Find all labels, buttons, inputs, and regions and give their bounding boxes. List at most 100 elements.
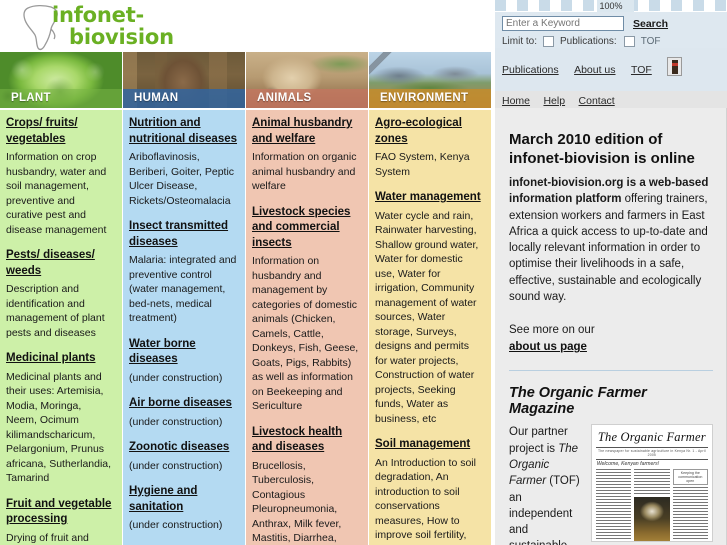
thumbnail-column-center bbox=[634, 469, 670, 542]
search-input[interactable] bbox=[502, 16, 624, 31]
banner-animals[interactable]: ANIMALS bbox=[246, 52, 368, 108]
section-body: Ariboflavinosis, Beriberi, Goiter, Pepti… bbox=[129, 151, 235, 207]
link-hygiene-and-sanitation[interactable]: Hygiene and sanitation bbox=[129, 485, 197, 513]
tof-checkbox[interactable] bbox=[623, 36, 635, 47]
news-body: infonet-biovision.org is a web-based inf… bbox=[509, 175, 713, 305]
news-headline: March 2010 edition of infonet-biovision … bbox=[509, 131, 695, 167]
section-body: Drying of fruit and vegetables, pulp, ja… bbox=[6, 531, 89, 544]
limit-to-label: Limit to: bbox=[502, 36, 538, 47]
section-heading: Fruit and vegetable processing bbox=[6, 497, 114, 528]
section-body: Medicinal plants and their uses: Artemis… bbox=[6, 370, 112, 485]
sidebar-divider bbox=[509, 370, 713, 372]
banner-label-plant: PLANT bbox=[0, 89, 122, 108]
link-crops-fruits-vegetables[interactable]: Crops/ fruits/ vegetables bbox=[6, 117, 78, 145]
banner-label-environment: ENVIRONMENT bbox=[369, 89, 491, 108]
primary-nav: Publications About us TOF bbox=[495, 48, 727, 91]
main-content-area: infonet- biovision PLANT HUMAN ANIMALS E… bbox=[0, 0, 495, 545]
link-livestock-health-and-diseases[interactable]: Livestock health and diseases bbox=[252, 426, 342, 454]
banner-environment[interactable]: ENVIRONMENT bbox=[369, 52, 491, 108]
column-plant: Crops/ fruits/ vegetables Information on… bbox=[0, 110, 122, 545]
nav-link-publications[interactable]: Publications bbox=[502, 64, 559, 76]
link-agro-ecological-zones[interactable]: Agro-ecological zones bbox=[375, 117, 462, 145]
zoom-level-bar[interactable]: 100% bbox=[495, 0, 727, 12]
section-heading: Crops/ fruits/ vegetables bbox=[6, 116, 114, 147]
section-body: Description and identification and manag… bbox=[6, 283, 105, 339]
link-water-borne-diseases[interactable]: Water borne diseases bbox=[129, 338, 196, 366]
link-medicinal-plants[interactable]: Medicinal plants bbox=[6, 352, 95, 364]
thumbnail-text-lines bbox=[634, 469, 670, 496]
section-body: Brucellosis, Tuberculosis, Contagious Pl… bbox=[252, 459, 342, 545]
search-row: Search bbox=[502, 16, 719, 31]
logo-line-1: infonet- bbox=[52, 3, 145, 27]
section-body: FAO System, Kenya System bbox=[375, 151, 470, 178]
thumbnail-box-heading: Keeping the communication open bbox=[678, 471, 703, 484]
link-pests-diseases-weeds[interactable]: Pests/ diseases/ weeds bbox=[6, 249, 95, 277]
link-water-management[interactable]: Water management bbox=[375, 191, 481, 203]
section-body: (under construction) bbox=[129, 371, 223, 384]
search-button[interactable]: Search bbox=[633, 18, 668, 30]
column-animals: Animal husbandry and welfare Information… bbox=[246, 110, 368, 545]
tof-label: TOF bbox=[640, 36, 661, 47]
thumbnail-subline: The newspaper for sustainable agricultur… bbox=[597, 449, 706, 458]
right-sidebar: 100% Search Limit to: Publications: TOF … bbox=[495, 0, 727, 545]
topic-columns: Crops/ fruits/ vegetables Information on… bbox=[0, 110, 495, 545]
section-body: Water cycle and rain, Rainwater harvesti… bbox=[375, 209, 479, 425]
section-heading: Water borne diseases bbox=[129, 337, 237, 368]
nav-link-tof[interactable]: TOF bbox=[631, 64, 652, 76]
see-more-text: See more on our bbox=[509, 324, 595, 337]
site-logo-text[interactable]: infonet- biovision bbox=[52, 4, 174, 48]
thumbnail-masthead: The Organic Farmer bbox=[597, 430, 706, 445]
section-heading: Pests/ diseases/ weeds bbox=[6, 248, 114, 279]
tof-magazine-title: The Organic Farmer Magazine bbox=[509, 385, 647, 418]
thumbnail-columns: Keeping the communication open bbox=[595, 469, 708, 542]
link-air-borne-diseases[interactable]: Air borne diseases bbox=[129, 397, 232, 409]
secondary-nav: Home Help Contact bbox=[495, 91, 727, 108]
page-root: infonet- biovision PLANT HUMAN ANIMALS E… bbox=[0, 0, 727, 545]
nav-link-about-us[interactable]: About us bbox=[574, 64, 615, 76]
link-livestock-species-and-commercial-insects[interactable]: Livestock species and commercial insects bbox=[252, 206, 350, 249]
thumbnail-column-left bbox=[595, 469, 632, 542]
newspaper-front-page-thumbnail[interactable]: The Organic Farmer The newspaper for sus… bbox=[590, 424, 713, 543]
section-body: Malaria: integrated and preventive contr… bbox=[129, 254, 237, 324]
banner-label-animals: ANIMALS bbox=[246, 89, 368, 108]
thumbnail-rule bbox=[595, 459, 708, 461]
section-heading: Insect transmitted diseases bbox=[129, 219, 237, 250]
newspaper-icon[interactable] bbox=[667, 57, 683, 76]
link-soil-management[interactable]: Soil management bbox=[375, 438, 470, 450]
banner-plant[interactable]: PLANT bbox=[0, 52, 122, 108]
section-heading: Soil management bbox=[375, 437, 483, 453]
tof-magazine-text: Our partner project is The Organic Farme… bbox=[509, 424, 585, 545]
section-body: (under construction) bbox=[129, 519, 223, 531]
about-us-page-link[interactable]: about us page bbox=[509, 341, 713, 353]
section-body: Information on crop husbandry, water and… bbox=[6, 151, 107, 236]
thumbnail-text-lines bbox=[595, 469, 632, 542]
link-nutrition-and-nutritional-diseases[interactable]: Nutrition and nutritional diseases bbox=[129, 117, 237, 145]
column-human: Nutrition and nutritional diseases Aribo… bbox=[123, 110, 245, 545]
link-insect-transmitted-diseases[interactable]: Insect transmitted diseases bbox=[129, 220, 228, 248]
nav-link-home[interactable]: Home bbox=[502, 95, 530, 107]
link-animal-husbandry-and-welfare[interactable]: Animal husbandry and welfare bbox=[252, 117, 352, 145]
section-heading: Agro-ecological zones bbox=[375, 116, 483, 147]
thumbnail-headline: Welcome, Kenyan farmers! bbox=[596, 461, 660, 468]
column-environment: Agro-ecological zones FAO System, Kenya … bbox=[369, 110, 491, 545]
logo-line-2: biovision bbox=[69, 25, 174, 49]
zoom-level-label: 100% bbox=[495, 0, 727, 12]
link-fruit-vegetable-processing[interactable]: Fruit and vegetable processing bbox=[6, 498, 111, 526]
nav-link-contact[interactable]: Contact bbox=[579, 95, 615, 107]
site-header: infonet- biovision bbox=[0, 0, 495, 52]
news-body-rest: offering trainers, extension workers and… bbox=[509, 193, 708, 304]
search-filter-row: Limit to: Publications: TOF bbox=[502, 36, 719, 47]
thumbnail-boxed-item: Keeping the communication open bbox=[672, 469, 708, 486]
section-body: An Introduction to soil degradation, An … bbox=[375, 456, 476, 545]
section-heading: Livestock species and commercial insects bbox=[252, 205, 360, 252]
section-body: (under construction) bbox=[129, 415, 223, 428]
banner-label-human: HUMAN bbox=[123, 89, 245, 108]
thumbnail-text-lines bbox=[672, 487, 708, 542]
publications-label: Publications: bbox=[560, 36, 617, 47]
link-zoonotic-diseases[interactable]: Zoonotic diseases bbox=[129, 441, 229, 453]
publications-checkbox[interactable] bbox=[543, 36, 555, 47]
section-heading: Hygiene and sanitation bbox=[129, 484, 237, 515]
nav-link-help[interactable]: Help bbox=[543, 95, 565, 107]
section-body: (under construction) bbox=[129, 459, 223, 472]
banner-human[interactable]: HUMAN bbox=[123, 52, 245, 108]
